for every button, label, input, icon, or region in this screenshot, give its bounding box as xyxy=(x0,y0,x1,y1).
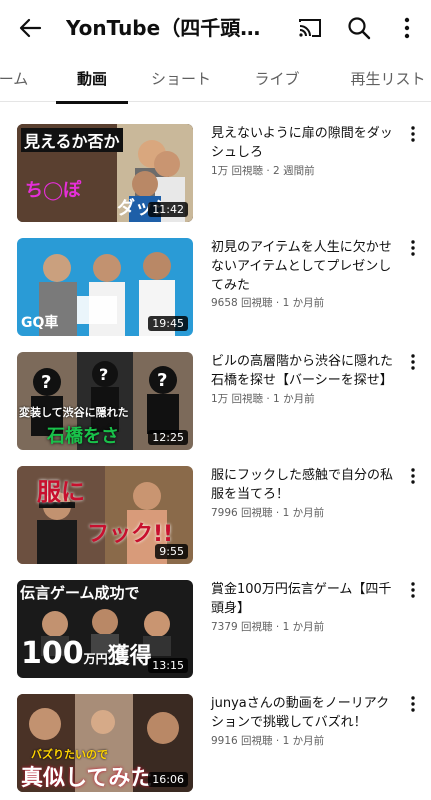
video-thumbnail[interactable]: バズりたいので 真似してみた 16:06 xyxy=(17,694,193,792)
duration-badge: 12:25 xyxy=(148,430,188,445)
video-thumbnail[interactable]: 服に フック!! 9:55 xyxy=(17,466,193,564)
upload-age: 1 か月前 xyxy=(282,621,325,633)
video-meta: 1万 回視聴 · 2 週間前 xyxy=(211,165,315,177)
cast-icon[interactable] xyxy=(294,12,326,44)
search-icon[interactable] xyxy=(343,12,375,44)
video-meta: 7996 回視聴 · 1 か月前 xyxy=(211,507,325,519)
video-meta: 9916 回視聴 · 1 か月前 xyxy=(211,735,325,747)
tab-videos[interactable]: 動画 xyxy=(56,56,128,102)
video-thumbnail[interactable]: GQ車 19:45 xyxy=(17,238,193,336)
thumb-caption: 真似してみた xyxy=(21,766,153,791)
tab-home[interactable]: ホーム xyxy=(0,56,36,102)
duration-badge: 13:15 xyxy=(148,658,188,673)
video-title[interactable]: 服にフックした感触で自分の私服を当てろ！ xyxy=(211,466,401,504)
tab-bar: ホーム 動画 ショート ライブ 再生リスト xyxy=(0,56,431,102)
more-vert-icon[interactable] xyxy=(406,466,420,486)
tab-playlists[interactable]: 再生リスト xyxy=(340,56,431,102)
upload-age: 1 か月前 xyxy=(282,735,325,747)
tab-indicator xyxy=(56,101,128,104)
upload-age: 1 か月前 xyxy=(282,507,325,519)
tab-live[interactable]: ライブ xyxy=(245,56,309,102)
video-item[interactable]: 見えるか否か ち◯ぽ ダッシ 11:42 見えないように扉の隙間をダッシュしろ … xyxy=(0,124,431,240)
more-vert-icon[interactable] xyxy=(406,352,420,372)
more-vert-icon[interactable] xyxy=(406,694,420,714)
video-item[interactable]: 服に フック!! 9:55 服にフックした感触で自分の私服を当てろ！ 7996 … xyxy=(0,466,431,582)
duration-badge: 9:55 xyxy=(155,544,188,559)
thumb-caption: 100万円獲得 xyxy=(21,636,152,671)
duration-badge: 19:45 xyxy=(148,316,188,331)
video-thumbnail[interactable]: 伝言ゲーム成功で 100万円獲得 13:15 xyxy=(17,580,193,678)
video-title[interactable]: junyaさんの動画をノーリアクションで挑戦してバズれ！ xyxy=(211,694,401,732)
view-count: 9658 回視聴 xyxy=(211,297,273,309)
upload-age: 1 か月前 xyxy=(282,297,325,309)
svg-text:?: ? xyxy=(157,370,167,391)
thumb-caption: 服に xyxy=(37,478,85,506)
video-meta: 1万 回視聴 · 1 か月前 xyxy=(211,393,315,405)
video-item[interactable]: ? ? ? 変装して渋谷に隠れた 石橋をさ 12:25 ビルの高層階から渋谷に隠… xyxy=(0,352,431,468)
view-count: 1万 回視聴 xyxy=(211,393,264,405)
video-thumbnail[interactable]: ? ? ? 変装して渋谷に隠れた 石橋をさ 12:25 xyxy=(17,352,193,450)
view-count: 7379 回視聴 xyxy=(211,621,273,633)
tab-shorts[interactable]: ショート xyxy=(143,56,219,102)
more-vert-icon[interactable] xyxy=(406,124,420,144)
upload-age: 1 か月前 xyxy=(273,393,315,405)
video-item[interactable]: GQ車 19:45 初見のアイテムを人生に欠かせないアイテムとしてプレゼンしてみ… xyxy=(0,238,431,354)
duration-badge: 11:42 xyxy=(148,202,188,217)
video-meta: 9658 回視聴 · 1 か月前 xyxy=(211,297,325,309)
view-count: 1万 回視聴 xyxy=(211,165,264,177)
thumb-caption: ち◯ぽ xyxy=(25,180,82,201)
video-item[interactable]: バズりたいので 真似してみた 16:06 junyaさんの動画をノーリアクション… xyxy=(0,694,431,800)
view-count: 9916 回視聴 xyxy=(211,735,273,747)
video-item[interactable]: 伝言ゲーム成功で 100万円獲得 13:15 賞金100万円伝言ゲーム【四千頭身… xyxy=(0,580,431,696)
svg-text:?: ? xyxy=(99,365,108,384)
more-vert-icon[interactable] xyxy=(391,12,423,44)
thumb-caption: 伝言ゲーム成功で xyxy=(20,584,140,602)
video-meta: 7379 回視聴 · 1 か月前 xyxy=(211,621,325,633)
app-bar: YonTube（四千頭身） xyxy=(0,0,431,56)
channel-title: YonTube（四千頭身） xyxy=(66,16,272,40)
thumb-caption: 見えるか否か xyxy=(21,128,123,152)
video-title[interactable]: ビルの高層階から渋谷に隠れた石橋を探せ【バーシーを探せ】 xyxy=(211,352,401,390)
video-thumbnail[interactable]: 見えるか否か ち◯ぽ ダッシ 11:42 xyxy=(17,124,193,222)
upload-age: 2 週間前 xyxy=(273,165,315,177)
thumb-caption: 変装して渋谷に隠れた xyxy=(19,406,129,419)
video-title[interactable]: 賞金100万円伝言ゲーム【四千頭身】 xyxy=(211,580,401,618)
more-vert-icon[interactable] xyxy=(406,238,420,258)
video-title[interactable]: 初見のアイテムを人生に欠かせないアイテムとしてプレゼンしてみた xyxy=(211,238,401,295)
view-count: 7996 回視聴 xyxy=(211,507,273,519)
svg-text:?: ? xyxy=(41,372,51,393)
thumb-caption: GQ車 xyxy=(21,315,59,331)
thumb-caption: 石橋をさ xyxy=(47,426,119,447)
duration-badge: 16:06 xyxy=(148,772,188,787)
arrow-back-icon[interactable] xyxy=(14,12,46,44)
more-vert-icon[interactable] xyxy=(406,580,420,600)
video-title[interactable]: 見えないように扉の隙間をダッシュしろ xyxy=(211,124,401,162)
